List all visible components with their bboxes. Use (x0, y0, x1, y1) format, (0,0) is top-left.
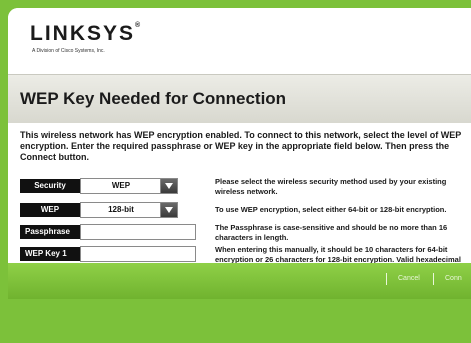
main-content: This wireless network has WEP encryption… (8, 123, 471, 274)
wizard-window: LINKSYS® A Division of Cisco Systems, In… (8, 8, 471, 343)
footer: Cancel Conn (8, 263, 471, 343)
logo-text: LINKSYS (30, 22, 136, 45)
linksys-logo: LINKSYS® (30, 22, 140, 46)
security-select-value: WEP (111, 181, 131, 190)
wep-select-value: 128-bit (108, 205, 134, 214)
footer-separator (386, 273, 387, 285)
passphrase-label: Passphrase (20, 225, 80, 239)
intro-connect-word: Connect (20, 152, 56, 162)
cancel-button[interactable]: Cancel (398, 275, 420, 282)
security-row: Security WEP Please select the wireless … (20, 177, 471, 196)
passphrase-description: The Passphrase is case-sensitive and sho… (215, 223, 448, 242)
chevron-down-icon[interactable] (160, 179, 177, 193)
wep-key-1-row: WEP Key 1 When entering this manually, i… (20, 245, 471, 274)
security-description: Please select the wireless security meth… (215, 177, 447, 196)
connect-button[interactable]: Conn (445, 275, 462, 282)
wep-select[interactable]: 128-bit (80, 202, 178, 218)
footer-bar: Cancel Conn (8, 263, 471, 299)
chevron-down-icon[interactable] (160, 203, 177, 217)
wep-label: WEP (20, 203, 80, 217)
security-select[interactable]: WEP (80, 178, 178, 194)
wep-key-1-label: WEP Key 1 (20, 247, 80, 261)
page-title: WEP Key Needed for Connection (20, 89, 287, 108)
wep-key-1-input[interactable] (80, 246, 196, 262)
logo-area: LINKSYS® A Division of Cisco Systems, In… (8, 8, 471, 68)
logo-tagline: A Division of Cisco Systems, Inc. (32, 48, 105, 54)
wep-row: WEP 128-bit To use WEP encryption, selec… (20, 201, 471, 219)
intro-text: This wireless network has WEP encryption… (20, 130, 465, 163)
intro-text-start: This wireless network has WEP encryption… (20, 130, 462, 151)
security-label: Security (20, 179, 80, 193)
wep-description: To use WEP encryption, select either 64-… (215, 205, 447, 214)
logo-registered-mark: ® (135, 22, 141, 29)
intro-text-end: button. (56, 152, 90, 162)
title-banner: WEP Key Needed for Connection (8, 74, 471, 124)
passphrase-input[interactable] (80, 224, 196, 240)
footer-separator (433, 273, 434, 285)
passphrase-row: Passphrase The Passphrase is case-sensit… (20, 223, 471, 242)
